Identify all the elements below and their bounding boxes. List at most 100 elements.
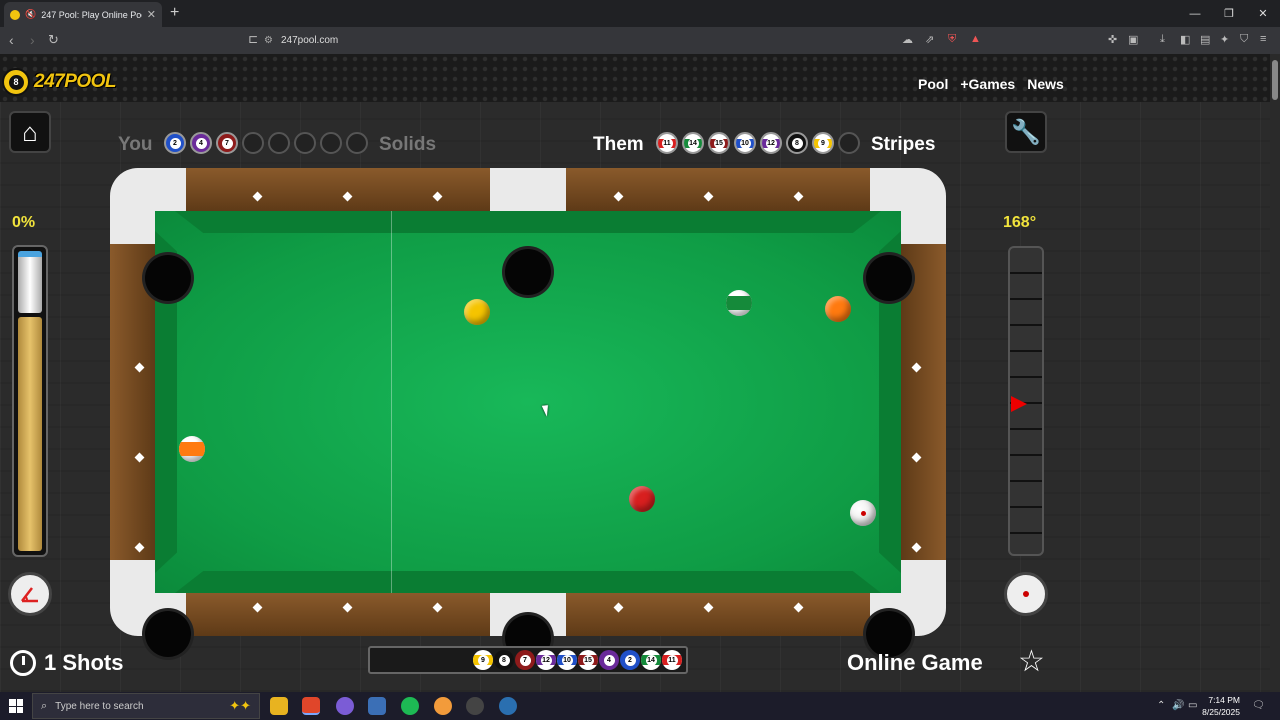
search-icon: ⌕ <box>41 699 48 712</box>
site-info-icon[interactable]: ⚙ <box>264 35 273 46</box>
ball-15: 15 <box>578 650 598 670</box>
sidebar-icon[interactable]: ◧ <box>1180 33 1190 46</box>
power-meter[interactable] <box>12 245 48 557</box>
ball-11: 11 <box>662 650 682 670</box>
vpn-icon[interactable]: ⛉ <box>1240 33 1248 46</box>
tray-chevron-icon[interactable]: ⌃ <box>1157 700 1165 711</box>
wallet-icon[interactable]: ▣ <box>1128 33 1138 46</box>
you-ball-slots: 247 <box>164 132 368 154</box>
brave-shield-icon[interactable]: ⛨ <box>948 33 956 46</box>
forward-icon[interactable]: › <box>30 32 35 48</box>
new-tab-icon[interactable]: + <box>170 4 179 22</box>
cushion-top <box>175 211 881 233</box>
address-bar: ‹ › ↻ ⊏ ⚙ 247pool.com ☁ ⇗ ⛨ ▲ ✜ ▣ ⤓ ◧ ▤ … <box>0 27 1280 54</box>
them-group-label: Stripes <box>871 134 936 155</box>
browser-tab[interactable]: 🔇 247 Pool: Play Online Pool Ar ✕ <box>4 2 162 27</box>
them-label: Them <box>593 134 644 155</box>
star-icon[interactable]: ☆ <box>1018 644 1045 679</box>
chrome-icon[interactable] <box>434 697 452 715</box>
sparkle-icon: ✦✦ <box>229 698 251 713</box>
you-label: You <box>118 134 153 155</box>
nav-more-games[interactable]: +Games <box>960 76 1015 92</box>
cast-icon[interactable]: ☁ <box>902 33 913 46</box>
empty-ball-slot <box>346 132 368 154</box>
brave-rewards-icon[interactable]: ▲ <box>970 33 981 45</box>
wrench-icon: 🔧 <box>1011 118 1041 146</box>
angle-pointer[interactable] <box>1011 396 1027 412</box>
page-scrollbar[interactable] <box>1270 54 1280 692</box>
restore-icon[interactable]: ❐ <box>1212 0 1246 27</box>
minimize-icon[interactable]: — <box>1178 0 1212 27</box>
scroll-thumb[interactable] <box>1272 60 1278 100</box>
clock-date[interactable]: 7:14 PM 8/25/2025 <box>1202 694 1240 718</box>
back-icon[interactable]: ‹ <box>9 32 14 48</box>
volume-icon[interactable]: 🔊 <box>1172 700 1184 711</box>
network-icon[interactable]: ▭ <box>1188 700 1197 711</box>
empty-ball-slot <box>320 132 342 154</box>
site-header: 8 247POOL Pool +Games News <box>0 54 1270 102</box>
shots-text: 1 Shots <box>44 650 124 675</box>
cue-tip <box>18 251 42 313</box>
favicon-icon <box>10 9 20 20</box>
ball-7: 7 <box>515 650 535 670</box>
empty-ball-slot <box>294 132 316 154</box>
ball-14: 14 <box>682 132 704 154</box>
nav-pool[interactable]: Pool <box>918 76 948 92</box>
ball-11: 11 <box>656 132 678 154</box>
pool-table[interactable] <box>110 168 946 661</box>
leo-icon[interactable]: ✦ <box>1220 33 1229 46</box>
spin-button[interactable] <box>1004 572 1048 616</box>
power-meter-fill <box>18 317 42 551</box>
spin-icon <box>1023 591 1029 597</box>
ball-4: 4 <box>190 132 212 154</box>
head-string-line <box>391 211 392 593</box>
ball-9: 9 <box>473 650 493 670</box>
home-icon: ⌂ <box>22 116 38 147</box>
windows-start-icon[interactable] <box>9 699 23 713</box>
ball-4: 4 <box>599 650 619 670</box>
cortana-icon[interactable] <box>499 697 517 715</box>
browser-tabbar: 🔇 247 Pool: Play Online Pool Ar ✕ + — ❐ … <box>0 0 1280 27</box>
angle-readout: 168° <box>1003 214 1037 231</box>
reload-icon[interactable]: ↻ <box>48 32 59 48</box>
spotify-icon[interactable] <box>401 697 419 715</box>
ball-12: 12 <box>536 650 556 670</box>
pocket-top-left <box>145 255 191 301</box>
rail-left <box>110 244 155 560</box>
reader-icon[interactable]: ▤ <box>1200 33 1210 46</box>
nav-news[interactable]: News <box>1027 76 1064 92</box>
rail-bottom-left <box>186 593 490 636</box>
clock-date-text: 8/25/2025 <box>1202 707 1240 717</box>
close-tab-icon[interactable]: ✕ <box>147 8 156 21</box>
bookmark-icon[interactable]: ⊏ <box>248 32 258 46</box>
extensions-icon[interactable]: ✜ <box>1108 33 1117 46</box>
windows-taskbar: ⌕ Type here to search ✦✦ ⌃ 🔊 ▭ 7:14 PM 8… <box>0 692 1280 720</box>
menu-icon[interactable]: ≡ <box>1260 33 1266 45</box>
ball-8: 8 <box>494 650 514 670</box>
close-window-icon[interactable]: ✕ <box>1246 0 1280 27</box>
app-icon[interactable] <box>368 697 386 715</box>
cue-ball[interactable] <box>850 500 876 526</box>
settings-button[interactable]: 🔧 <box>1005 111 1047 153</box>
notifications-icon[interactable]: 🗨 <box>1252 700 1265 711</box>
download-icon[interactable]: ⤓ <box>1160 33 1165 46</box>
eight-ball-logo-icon: 8 <box>2 68 30 96</box>
clock-icon <box>10 650 36 676</box>
share-icon[interactable]: ⇗ <box>925 33 934 46</box>
file-explorer-icon[interactable] <box>270 697 288 715</box>
obs-icon[interactable] <box>466 697 484 715</box>
aim-button[interactable] <box>8 572 52 616</box>
url-field[interactable]: ⚙ 247pool.com <box>264 31 994 50</box>
empty-ball-slot <box>268 132 290 154</box>
site-logo[interactable]: 8 247POOL <box>2 68 117 96</box>
taskbar-search[interactable]: ⌕ Type here to search ✦✦ <box>32 693 260 719</box>
rail-top-left <box>186 168 490 211</box>
you-group-label: Solids <box>379 134 437 155</box>
empty-ball-slot <box>242 132 264 154</box>
brave-browser-icon[interactable] <box>302 697 320 715</box>
home-button[interactable]: ⌂ <box>9 111 51 153</box>
url-text: 247pool.com <box>280 35 339 46</box>
messenger-icon[interactable] <box>336 697 354 715</box>
mute-icon[interactable]: 🔇 <box>25 9 36 20</box>
ball-orange-stripe <box>179 436 205 462</box>
